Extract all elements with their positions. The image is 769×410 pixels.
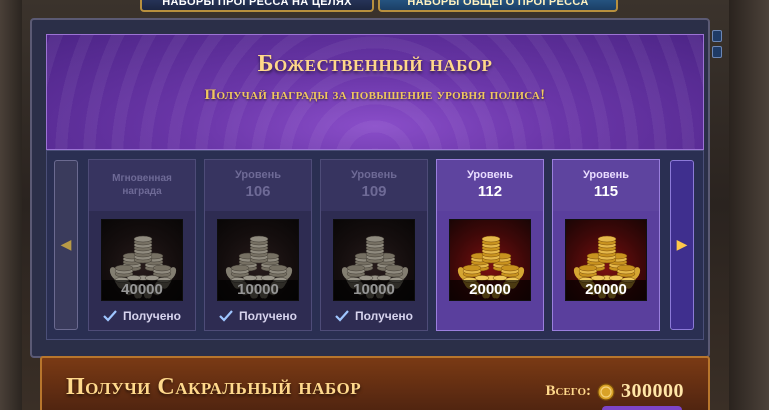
reward-amount: 20000	[450, 280, 530, 300]
reward-card-header: Уровень 106	[205, 160, 311, 211]
level-number: 115	[593, 183, 619, 200]
chevron-left-icon[interactable]: ◀	[54, 160, 78, 330]
coin-icon	[597, 382, 615, 401]
tab-general-progress-packs[interactable]: Наборы общего прогресса	[378, 0, 618, 12]
level-number: 109	[361, 183, 387, 200]
divine-pack-banner: Божественный набор Получай награды за по…	[46, 34, 704, 150]
checkmark-icon	[335, 310, 349, 322]
claimed-label: Получено	[238, 309, 297, 323]
buy-button[interactable]	[602, 406, 682, 410]
scroll-thumb[interactable]	[712, 46, 722, 58]
tab-goal-progress-packs[interactable]: Наборы прогресса на целях	[140, 0, 374, 12]
gold-coins-laurel-icon: 10000	[217, 219, 299, 301]
gold-coins-laurel-icon: 10000	[333, 219, 415, 301]
reward-card-instant[interactable]: Мгновенная награда 40000 Получено	[88, 159, 196, 331]
reward-card-level-109[interactable]: Уровень 109 10000 Получено	[320, 159, 428, 331]
level-number: 106	[245, 183, 271, 200]
total-display: Всего: 300000	[545, 380, 684, 403]
claimed-label: Получено	[354, 309, 413, 323]
chevron-right-icon[interactable]: ▶	[670, 160, 694, 330]
stone-pillar-right	[729, 0, 769, 410]
stone-pillar-left	[0, 0, 22, 410]
reward-card-level-112[interactable]: Уровень 112 20000	[436, 159, 544, 331]
reward-amount: 40000	[102, 280, 182, 300]
level-label: Уровень	[350, 169, 397, 181]
claimed-label: Получено	[122, 309, 181, 323]
gold-coins-laurel-icon: 20000	[449, 219, 531, 301]
checkmark-icon	[103, 310, 117, 322]
scrollbar[interactable]	[711, 30, 723, 70]
gold-coins-laurel-icon: 20000	[565, 219, 647, 301]
reward-card-level-115[interactable]: Уровень 115 20000	[552, 159, 660, 331]
banner-subtitle: Получай награды за повышение уровня поли…	[204, 87, 546, 103]
reward-card-level-106[interactable]: Уровень 106 10000 Получено	[204, 159, 312, 331]
claimed-status: Получено	[321, 307, 427, 325]
banner-title: Божественный набор	[257, 51, 493, 77]
claimed-status: Получено	[205, 307, 311, 325]
claimed-status: Получено	[89, 307, 195, 325]
total-value: 300000	[621, 380, 684, 402]
reward-amount: 10000	[218, 280, 298, 300]
reward-card-header: Уровень 109	[321, 160, 427, 211]
reward-card-header: Уровень 115	[553, 160, 659, 211]
level-label: Уровень	[582, 169, 629, 181]
checkmark-icon	[219, 310, 233, 322]
reward-card-header: Мгновенная награда	[89, 160, 195, 211]
gold-coins-laurel-icon: 40000	[101, 219, 183, 301]
level-number: 112	[477, 183, 503, 200]
reward-card-header: Уровень 112	[437, 160, 543, 211]
sacred-pack-title: Получи Сакральный набор	[66, 374, 362, 400]
reward-amount: 20000	[566, 280, 646, 300]
reward-amount: 10000	[334, 280, 414, 300]
total-label: Всего:	[545, 383, 591, 399]
sacred-pack-panel: Получи Сакральный набор Всего: 300000	[40, 356, 710, 410]
level-label: Уровень	[466, 169, 513, 181]
reward-card-heading: Мгновенная награда	[112, 173, 172, 197]
scroll-up-button[interactable]	[712, 30, 722, 42]
level-label: Уровень	[234, 169, 281, 181]
